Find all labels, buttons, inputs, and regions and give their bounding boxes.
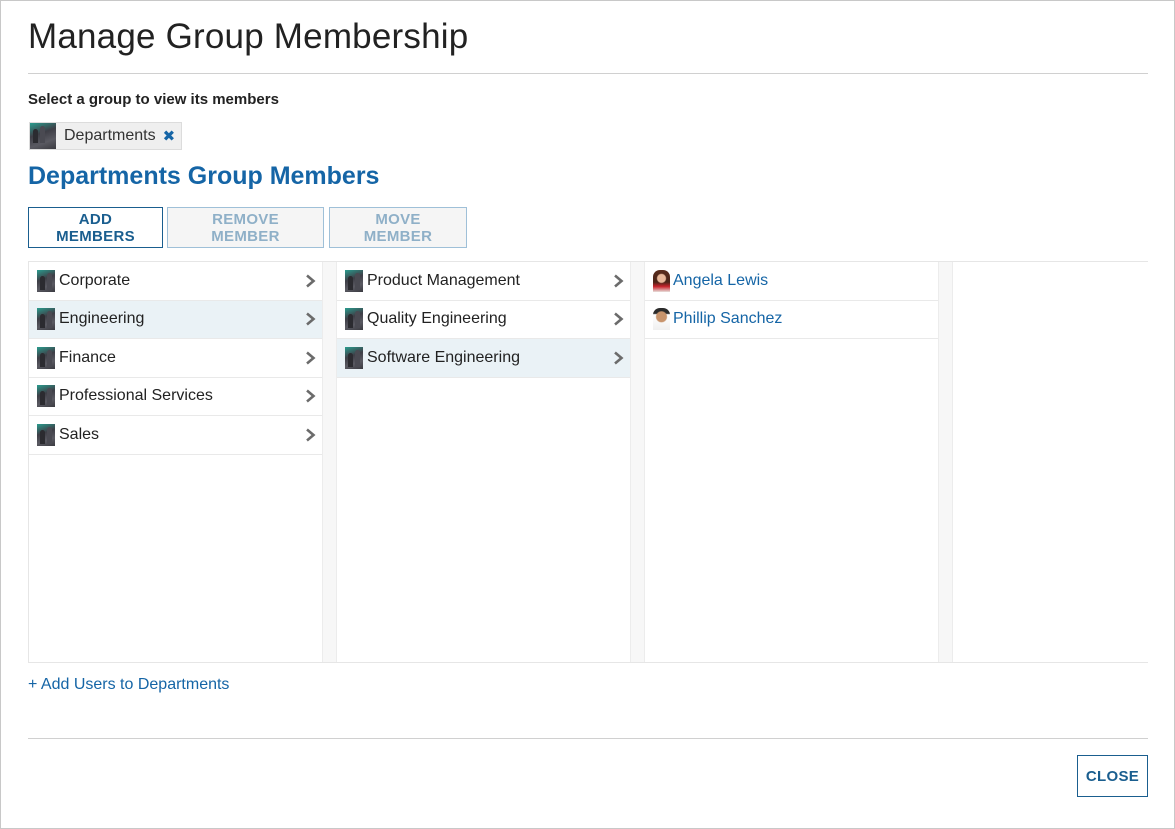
- selected-group-label: Departments: [64, 127, 156, 144]
- close-button[interactable]: CLOSE: [1077, 755, 1148, 797]
- member-row-angela-lewis[interactable]: Angela Lewis: [645, 262, 938, 301]
- chevron-right-icon: [614, 351, 624, 365]
- chevron-right-icon: [306, 312, 316, 326]
- member-name-link[interactable]: Phillip Sanchez: [673, 310, 782, 328]
- group-icon: [37, 385, 55, 408]
- add-members-button[interactable]: ADD MEMBERS: [28, 207, 163, 248]
- group-label: Software Engineering: [367, 348, 520, 366]
- group-label: Corporate: [59, 271, 131, 289]
- close-icon[interactable]: ✖: [163, 127, 176, 145]
- group-icon: [37, 346, 55, 369]
- group-column-browser: Corporate Engineering Finance Profession…: [28, 261, 1148, 663]
- add-users-link[interactable]: + Add Users to Departments: [28, 676, 229, 694]
- dialog-title: Manage Group Membership: [28, 17, 469, 56]
- group-label: Finance: [59, 348, 116, 366]
- group-label: Professional Services: [59, 387, 213, 405]
- selected-group-chip[interactable]: Departments ✖: [29, 122, 183, 150]
- group-icon: [345, 269, 363, 292]
- group-icon: [37, 269, 55, 292]
- group-row-sales[interactable]: Sales: [29, 416, 322, 455]
- column-departments: Corporate Engineering Finance Profession…: [29, 262, 322, 662]
- group-icon: [37, 423, 55, 446]
- move-member-button[interactable]: MOVE MEMBER: [329, 207, 467, 248]
- group-row-product-management[interactable]: Product Management: [337, 262, 630, 301]
- title-divider: [28, 73, 1148, 74]
- chevron-right-icon: [306, 389, 316, 403]
- chevron-right-icon: [306, 351, 316, 365]
- footer-divider: [28, 738, 1148, 739]
- column-engineering: Product Management Quality Engineering S…: [337, 262, 630, 662]
- user-avatar-icon: [653, 308, 670, 331]
- column-resize-handle[interactable]: [630, 262, 645, 662]
- user-avatar-icon: [653, 269, 670, 292]
- column-software-engineering-members: Angela Lewis Phillip Sanchez: [645, 262, 938, 662]
- group-icon: [37, 308, 55, 331]
- column-resize-handle[interactable]: [322, 262, 337, 662]
- chevron-right-icon: [306, 428, 316, 442]
- manage-group-membership-dialog: Manage Group Membership Select a group t…: [0, 0, 1175, 829]
- group-row-professional-services[interactable]: Professional Services: [29, 378, 322, 416]
- group-row-corporate[interactable]: Corporate: [29, 262, 322, 301]
- group-row-finance[interactable]: Finance: [29, 339, 322, 378]
- column-resize-handle[interactable]: [938, 262, 953, 662]
- member-row-phillip-sanchez[interactable]: Phillip Sanchez: [645, 301, 938, 339]
- group-row-software-engineering[interactable]: Software Engineering: [337, 339, 630, 378]
- group-icon: [345, 308, 363, 331]
- chevron-right-icon: [614, 274, 624, 288]
- column-empty: [953, 262, 1148, 662]
- remove-member-button[interactable]: REMOVE MEMBER: [167, 207, 324, 248]
- group-label: Quality Engineering: [367, 310, 507, 328]
- member-name-link[interactable]: Angela Lewis: [673, 272, 768, 290]
- chevron-right-icon: [306, 274, 316, 288]
- select-group-label: Select a group to view its members: [28, 91, 279, 108]
- group-row-quality-engineering[interactable]: Quality Engineering: [337, 301, 630, 339]
- group-label: Engineering: [59, 310, 145, 328]
- group-members-heading: Departments Group Members: [28, 162, 380, 190]
- group-label: Sales: [59, 425, 100, 443]
- group-icon: [345, 346, 363, 369]
- group-row-engineering[interactable]: Engineering: [29, 300, 322, 339]
- group-icon: [30, 123, 56, 149]
- chevron-right-icon: [614, 312, 624, 326]
- group-label: Product Management: [367, 271, 520, 289]
